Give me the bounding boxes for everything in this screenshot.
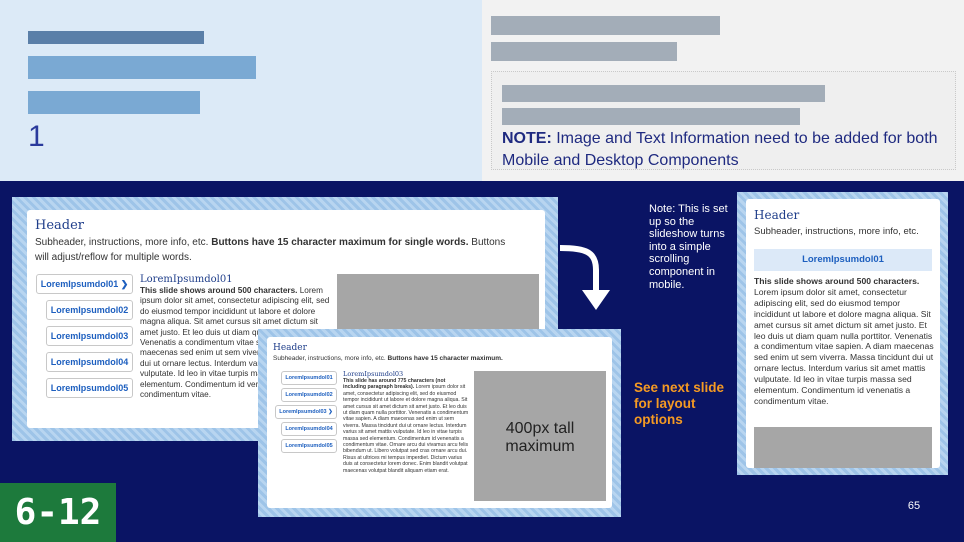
content-title: LoremIpsumdol03 xyxy=(343,370,404,378)
card-header: Header xyxy=(35,218,85,233)
placeholder-bar xyxy=(491,16,720,35)
placeholder-bar xyxy=(28,56,256,79)
turn-arrow-icon xyxy=(559,245,610,310)
tab-button-01[interactable]: LoremIpsumdol01 xyxy=(281,371,337,385)
placeholder-bar xyxy=(502,85,825,102)
top-left-panel: 1 xyxy=(0,0,482,181)
card-subheader: Subheader, instructions, more info, etc.… xyxy=(35,235,515,265)
tab-button-01[interactable]: LoremIpsumdol01 ❯ xyxy=(36,274,133,294)
tab-button-03[interactable]: LoremIpsumdol03 ❯ xyxy=(275,405,337,419)
note-body: Image and Text Information need to be ad… xyxy=(502,130,938,169)
tab-button-04[interactable]: LoremIpsumdol04 xyxy=(46,352,133,372)
tab-button-03[interactable]: LoremIpsumdol03 xyxy=(46,326,133,346)
mobile-card: Header Subheader, instructions, more inf… xyxy=(746,199,940,468)
page-number: 65 xyxy=(907,500,921,512)
card-header: Header xyxy=(754,208,800,222)
tab-button-02[interactable]: LoremIpsumdol02 xyxy=(281,388,337,402)
image-size-label: 400px tall maximum xyxy=(505,420,575,455)
placeholder-bar xyxy=(491,42,677,61)
placeholder-bar xyxy=(28,91,200,114)
note-text: NOTE: Image and Text Information need to… xyxy=(502,128,952,172)
placeholder-bar xyxy=(28,31,204,44)
placeholder-bar xyxy=(502,108,800,125)
card-header: Header xyxy=(273,343,307,353)
image-placeholder xyxy=(754,427,932,468)
tab-button-04[interactable]: LoremIpsumdol04 xyxy=(281,422,337,436)
grade-band-badge: 6-12 xyxy=(0,483,116,542)
subheader-bold: Buttons have 15 character maximum for si… xyxy=(211,237,469,248)
content-body: This slide shows around 500 characters. L… xyxy=(754,276,934,406)
tablet-card: Header Subheader, instructions, more inf… xyxy=(267,337,612,508)
accordion-button[interactable]: LoremIpsumdol01 xyxy=(754,249,932,271)
content-body: This slide has around 775 characters (no… xyxy=(343,378,469,474)
tab-button-05[interactable]: LoremIpsumdol05 xyxy=(281,439,337,453)
see-next-slide-text: See next slide for layout options xyxy=(634,380,725,427)
tab-button-02[interactable]: LoremIpsumdol02 xyxy=(46,300,133,320)
subheader-text: Subheader, instructions, more info, etc. xyxy=(35,237,212,248)
card-subheader: Subheader, instructions, more info, etc. xyxy=(754,226,919,237)
tab-button-05[interactable]: LoremIpsumdol05 xyxy=(46,378,133,398)
slide-index: 1 xyxy=(28,120,45,153)
content-title: LoremIpsumdol01 xyxy=(140,274,233,285)
content-bold: This slide shows around 500 characters. xyxy=(140,286,298,295)
note-label: NOTE: xyxy=(502,130,552,147)
side-note: Note: This is set up so the slideshow tu… xyxy=(649,203,728,291)
card-subheader: Subheader, instructions, more info, etc.… xyxy=(273,355,503,362)
